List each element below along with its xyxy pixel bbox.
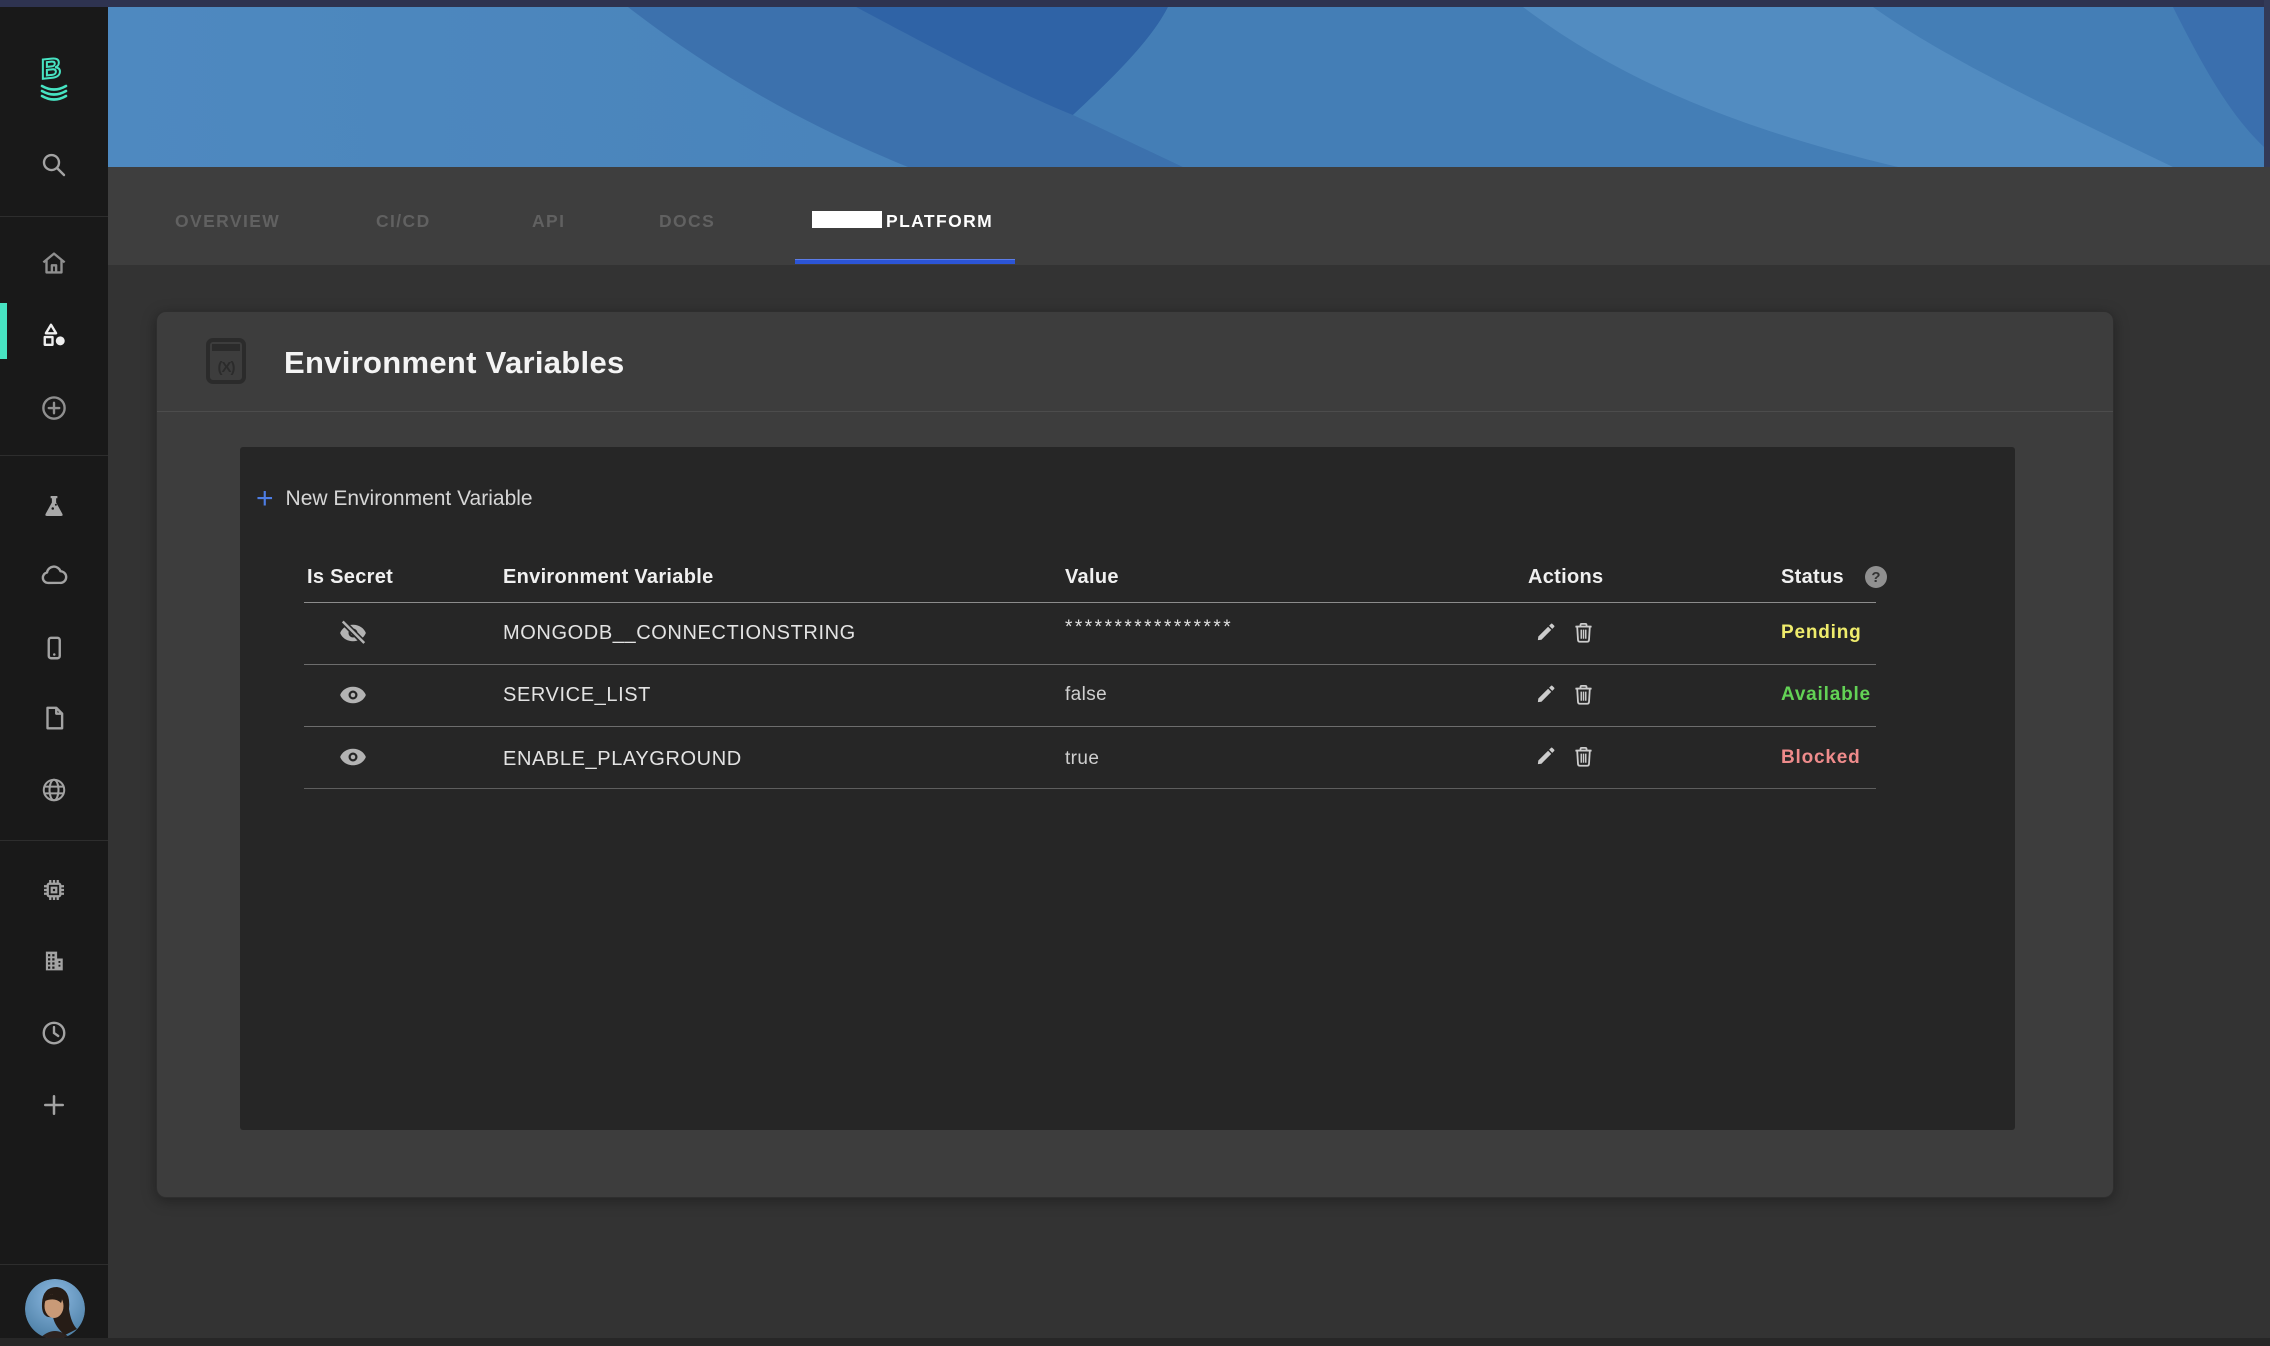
status-badge: Available [1781, 680, 1871, 710]
status-badge: Blocked [1781, 743, 1861, 773]
status-help-icon[interactable]: ? [1865, 566, 1887, 588]
top-window-strip [0, 0, 2270, 7]
user-avatar[interactable] [25, 1279, 85, 1339]
sidebar-item-mobile[interactable] [39, 633, 69, 663]
sidebar-item-documents[interactable] [39, 703, 69, 733]
sidebar-divider [0, 216, 108, 217]
tab-docs[interactable]: DOCS [659, 209, 715, 233]
delete-icon[interactable] [1570, 681, 1597, 708]
env-var-name: SERVICE_LIST [503, 680, 651, 710]
banner-edge-strip [2264, 0, 2270, 167]
env-var-value: false [1065, 680, 1107, 710]
plus-icon: + [256, 485, 274, 513]
edit-icon[interactable] [1532, 619, 1559, 646]
variables-icon: (X) [206, 338, 246, 384]
svg-text:B: B [41, 53, 61, 85]
hero-banner [108, 7, 2264, 167]
column-header-variable: Environment Variable [503, 557, 714, 597]
tab-api[interactable]: API [532, 209, 565, 233]
eye-icon[interactable] [338, 680, 368, 710]
search-icon[interactable] [39, 150, 69, 180]
env-var-value: ***************** [1065, 613, 1233, 643]
table-divider [304, 726, 1876, 727]
env-table-container: + New Environment Variable Is Secret Env… [240, 447, 2015, 1130]
column-header-is-secret: Is Secret [307, 557, 393, 597]
edit-icon[interactable] [1532, 681, 1559, 708]
delete-icon[interactable] [1570, 619, 1597, 646]
env-var-value: true [1065, 744, 1099, 774]
delete-icon[interactable] [1570, 743, 1597, 770]
tab-cicd[interactable]: CI/CD [376, 209, 431, 233]
eye-off-icon[interactable] [338, 618, 368, 648]
platform-tab-badge [812, 211, 882, 228]
sidebar-divider [0, 1264, 108, 1265]
tab-bar: OVERVIEW CI/CD API DOCS PLATFORM [108, 167, 2270, 265]
column-header-status: Status [1781, 557, 1844, 597]
environment-variables-panel: (X) Environment Variables + New Environm… [156, 311, 2114, 1198]
sidebar-item-history[interactable] [39, 1018, 69, 1048]
sidebar-item-compute[interactable] [39, 875, 69, 905]
sidebar-divider [0, 455, 108, 456]
new-environment-variable-label: New Environment Variable [286, 484, 533, 514]
sidebar-item-home[interactable] [39, 248, 69, 278]
eye-icon[interactable] [338, 742, 368, 772]
app-logo-icon[interactable]: B [32, 53, 78, 103]
table-divider [304, 788, 1876, 789]
sidebar-divider [0, 840, 108, 841]
sidebar-item-organization[interactable] [39, 946, 69, 976]
column-header-actions: Actions [1528, 557, 1603, 597]
table-divider [304, 602, 1876, 603]
sidebar: B [0, 7, 108, 1346]
sidebar-item-add-circle[interactable] [39, 393, 69, 423]
sidebar-item-experiments[interactable] [39, 491, 69, 521]
active-nav-indicator [0, 303, 7, 359]
sidebar-item-web[interactable] [39, 775, 69, 805]
sidebar-item-cloud[interactable] [39, 561, 69, 591]
env-var-name: ENABLE_PLAYGROUND [503, 744, 742, 774]
column-header-value: Value [1065, 557, 1119, 597]
new-environment-variable-button[interactable]: + New Environment Variable [256, 484, 533, 514]
sidebar-item-add[interactable] [39, 1090, 69, 1120]
page-title: Environment Variables [284, 345, 625, 381]
tab-platform[interactable]: PLATFORM [886, 209, 993, 233]
env-var-name: MONGODB__CONNECTIONSTRING [503, 618, 856, 648]
edit-icon[interactable] [1532, 743, 1559, 770]
sidebar-item-services[interactable] [39, 320, 69, 350]
tab-overview[interactable]: OVERVIEW [175, 209, 280, 233]
bottom-window-strip [0, 1338, 2270, 1346]
status-badge: Pending [1781, 618, 1862, 648]
panel-header: (X) Environment Variables [157, 312, 2113, 412]
table-divider [304, 664, 1876, 665]
active-tab-underline [795, 259, 1015, 264]
